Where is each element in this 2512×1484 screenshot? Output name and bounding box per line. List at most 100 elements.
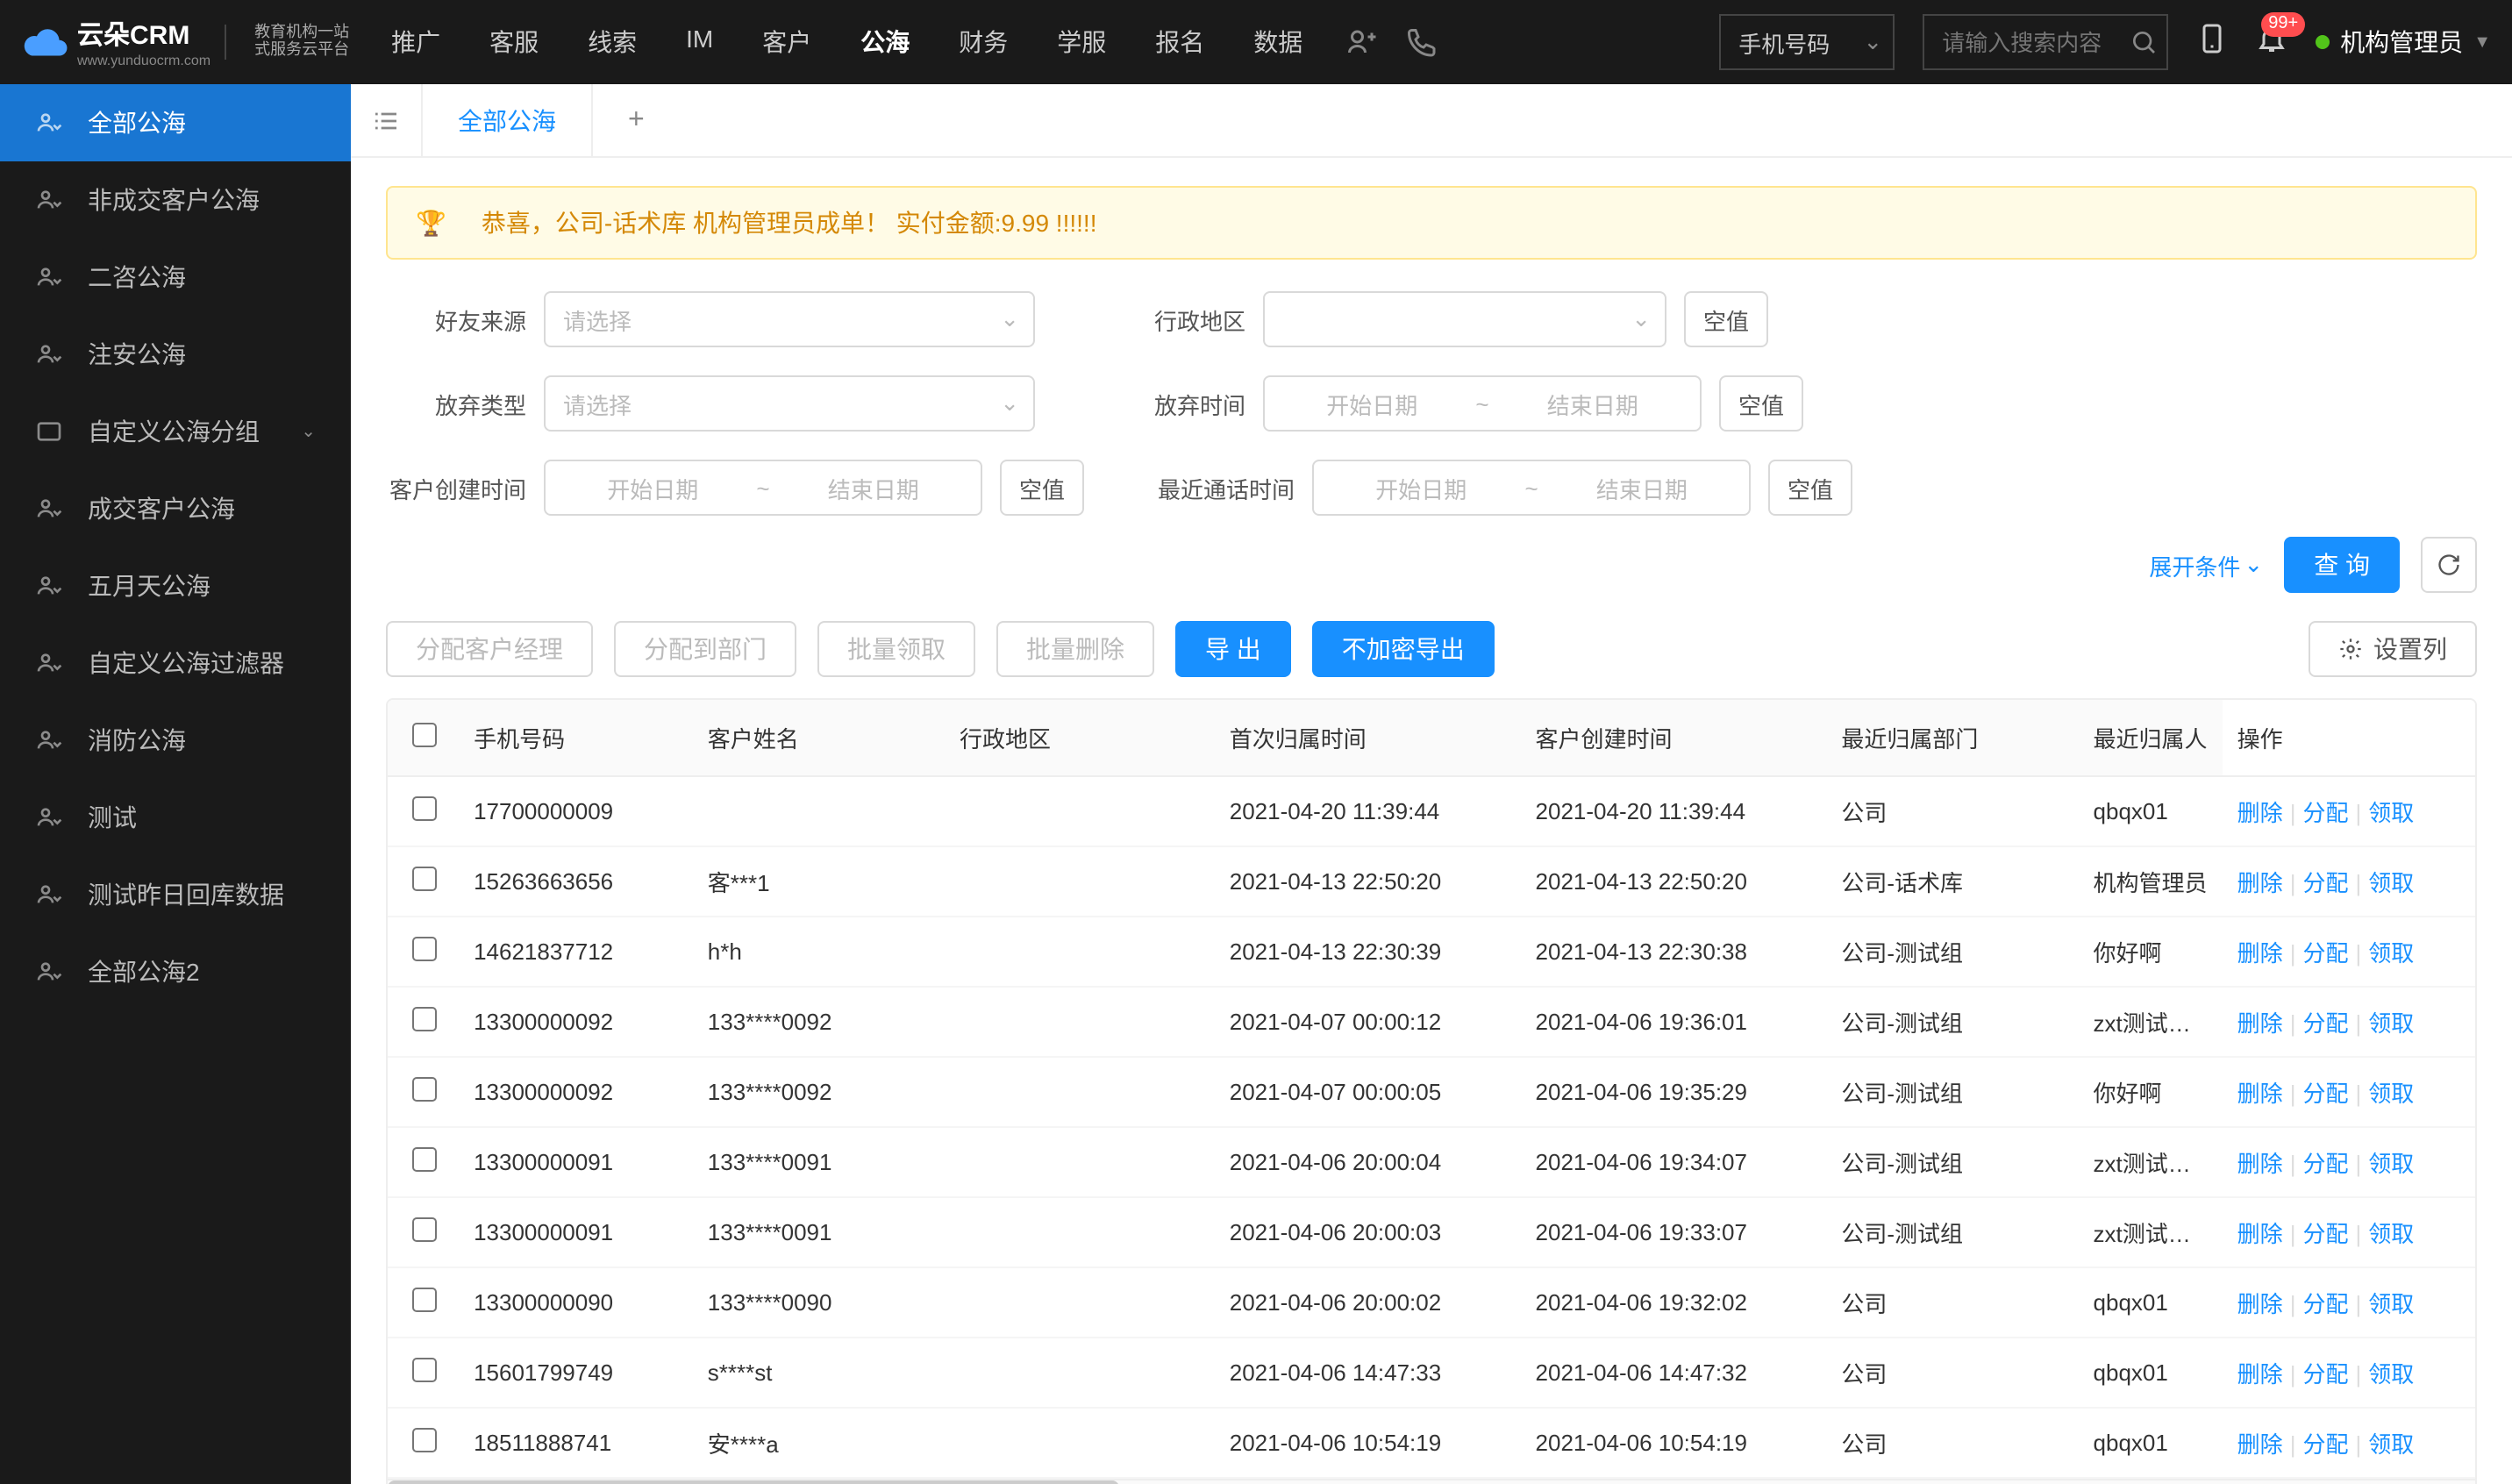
sidebar-item-7[interactable]: 自定义公海过滤器 (0, 624, 351, 702)
sidebar-item-11[interactable]: 全部公海2 (0, 933, 351, 1010)
logo[interactable]: 云朵CRM www.yunduocrm.com 教育机构一站 式服务云平台 (21, 16, 349, 68)
cell-region (946, 776, 1216, 846)
sidebar-item-6[interactable]: 五月天公海 (0, 547, 351, 624)
row-claim-link[interactable]: 领取 (2368, 1361, 2414, 1388)
nav-item-4[interactable]: 客户 (755, 25, 818, 60)
row-delete-link[interactable]: 删除 (2237, 1361, 2283, 1388)
row-checkbox[interactable] (411, 937, 436, 961)
tab-list-icon[interactable] (351, 84, 423, 156)
row-assign-link[interactable]: 分配 (2302, 1010, 2348, 1037)
row-claim-link[interactable]: 领取 (2368, 1081, 2414, 1107)
call-time-range[interactable]: 开始日期~结束日期 (1312, 460, 1751, 516)
row-delete-link[interactable]: 删除 (2237, 870, 2283, 896)
row-claim-link[interactable]: 领取 (2368, 940, 2414, 967)
sidebar-item-5[interactable]: 成交客户公海 (0, 470, 351, 547)
row-checkbox[interactable] (411, 1147, 436, 1172)
export-plain-button[interactable]: 不加密导出 (1312, 621, 1495, 677)
mobile-icon[interactable] (2196, 22, 2228, 62)
row-delete-link[interactable]: 删除 (2237, 1151, 2283, 1177)
export-button[interactable]: 导 出 (1175, 621, 1291, 677)
sidebar-item-1[interactable]: 非成交客户公海 (0, 161, 351, 239)
create-time-null-button[interactable]: 空值 (1000, 460, 1084, 516)
create-time-range[interactable]: 开始日期~结束日期 (544, 460, 982, 516)
abandon-type-select[interactable]: 请选择 (544, 375, 1035, 432)
row-claim-link[interactable]: 领取 (2368, 1151, 2414, 1177)
row-checkbox[interactable] (411, 867, 436, 891)
nav-item-2[interactable]: 线索 (581, 25, 644, 60)
row-delete-link[interactable]: 删除 (2237, 800, 2283, 826)
call-time-null-button[interactable]: 空值 (1768, 460, 1852, 516)
table-row: 14621837712h*h2021-04-13 22:30:392021-04… (388, 917, 2475, 987)
friend-source-select[interactable]: 请选择 (544, 291, 1035, 347)
tab-active[interactable]: 全部公海 (423, 84, 593, 156)
sidebar-item-3[interactable]: 注安公海 (0, 316, 351, 393)
row-claim-link[interactable]: 领取 (2368, 1221, 2414, 1247)
row-claim-link[interactable]: 领取 (2368, 1291, 2414, 1317)
abandon-time-null-button[interactable]: 空值 (1719, 375, 1803, 432)
row-assign-link[interactable]: 分配 (2302, 870, 2348, 896)
row-delete-link[interactable]: 删除 (2237, 1291, 2283, 1317)
row-delete-link[interactable]: 删除 (2237, 940, 2283, 967)
row-delete-link[interactable]: 删除 (2237, 1431, 2283, 1458)
bell-icon[interactable]: 99+ (2256, 22, 2287, 62)
row-claim-link[interactable]: 领取 (2368, 800, 2414, 826)
row-delete-link[interactable]: 删除 (2237, 1221, 2283, 1247)
sidebar-item-9[interactable]: 测试 (0, 779, 351, 856)
row-checkbox[interactable] (411, 1288, 436, 1312)
nav-item-0[interactable]: 推广 (384, 25, 447, 60)
select-all-checkbox[interactable] (411, 723, 436, 747)
sidebar-item-2[interactable]: 二咨公海 (0, 239, 351, 316)
row-assign-link[interactable]: 分配 (2302, 1081, 2348, 1107)
row-checkbox[interactable] (411, 796, 436, 821)
row-assign-link[interactable]: 分配 (2302, 1151, 2348, 1177)
sidebar-item-8[interactable]: 消防公海 (0, 702, 351, 779)
search-type-select[interactable]: 手机号码 (1719, 14, 1895, 70)
row-assign-link[interactable]: 分配 (2302, 1291, 2348, 1317)
nav-item-3[interactable]: IM (679, 25, 720, 60)
row-claim-link[interactable]: 领取 (2368, 1431, 2414, 1458)
user-menu[interactable]: 机构管理员 ▼ (2316, 25, 2491, 60)
row-checkbox[interactable] (411, 1077, 436, 1102)
tab-add-icon[interactable]: + (593, 104, 680, 136)
nav-item-9[interactable]: 数据 (1246, 25, 1310, 60)
nav-item-8[interactable]: 报名 (1148, 25, 1211, 60)
search-icon[interactable] (2130, 28, 2158, 56)
row-claim-link[interactable]: 领取 (2368, 1010, 2414, 1037)
row-claim-link[interactable]: 领取 (2368, 870, 2414, 896)
assign-manager-button[interactable]: 分配客户经理 (386, 621, 593, 677)
sidebar-item-10[interactable]: 测试昨日回库数据 (0, 856, 351, 933)
nav-item-6[interactable]: 财务 (952, 25, 1015, 60)
row-checkbox[interactable] (411, 1428, 436, 1452)
assign-dept-button[interactable]: 分配到部门 (614, 621, 796, 677)
row-checkbox[interactable] (411, 1217, 436, 1242)
horizontal-scrollbar[interactable] (388, 1479, 2475, 1484)
row-delete-link[interactable]: 删除 (2237, 1010, 2283, 1037)
phone-icon[interactable] (1404, 26, 1436, 58)
search-button[interactable]: 查 询 (2284, 537, 2400, 593)
nav-item-7[interactable]: 学服 (1050, 25, 1113, 60)
region-null-button[interactable]: 空值 (1684, 291, 1768, 347)
sidebar-item-0[interactable]: 全部公海 (0, 84, 351, 161)
expand-filters-link[interactable]: 展开条件 ⌄ (2149, 548, 2263, 581)
row-assign-link[interactable]: 分配 (2302, 1361, 2348, 1388)
region-select[interactable] (1263, 291, 1666, 347)
user-plus-icon[interactable] (1345, 26, 1376, 58)
nav-item-5[interactable]: 公海 (853, 25, 917, 60)
status-dot-icon (2316, 35, 2330, 49)
sidebar-item-4[interactable]: 自定义公海分组⌄ (0, 393, 351, 470)
refresh-button[interactable] (2421, 537, 2477, 593)
row-checkbox[interactable] (411, 1007, 436, 1031)
sidebar-item-label: 非成交客户公海 (88, 182, 260, 218)
row-checkbox[interactable] (411, 1358, 436, 1382)
nav-item-1[interactable]: 客服 (482, 25, 546, 60)
cell-region (946, 1267, 1216, 1338)
batch-claim-button[interactable]: 批量领取 (817, 621, 975, 677)
row-assign-link[interactable]: 分配 (2302, 1431, 2348, 1458)
row-assign-link[interactable]: 分配 (2302, 800, 2348, 826)
row-assign-link[interactable]: 分配 (2302, 940, 2348, 967)
abandon-time-range[interactable]: 开始日期~结束日期 (1263, 375, 1702, 432)
row-delete-link[interactable]: 删除 (2237, 1081, 2283, 1107)
row-assign-link[interactable]: 分配 (2302, 1221, 2348, 1247)
batch-delete-button[interactable]: 批量删除 (996, 621, 1154, 677)
config-columns-button[interactable]: 设置列 (2309, 621, 2477, 677)
